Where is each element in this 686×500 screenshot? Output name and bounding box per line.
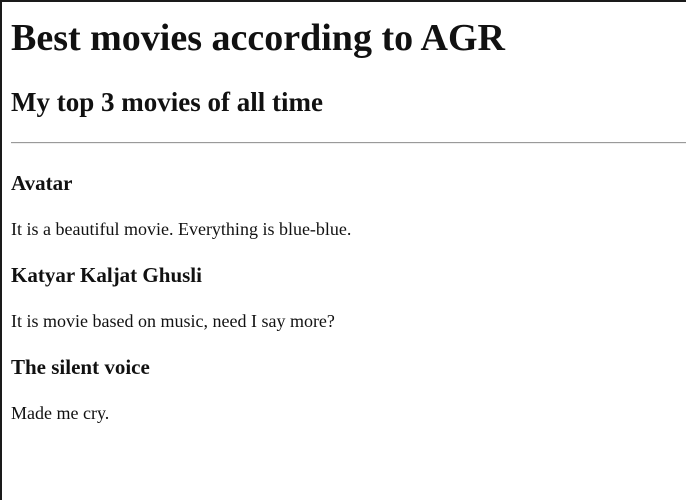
movie-title: Katyar Kaljat Ghusli <box>11 263 202 287</box>
movie-description: It is movie based on music, need I say m… <box>11 311 335 331</box>
movie-list: Avatar It is a beautiful movie. Everythi… <box>11 171 686 424</box>
movie-description: Made me cry. <box>11 403 110 423</box>
movie-item-katyar-kaljat-ghusli: Katyar Kaljat Ghusli It is movie based o… <box>11 263 686 332</box>
movie-item-avatar: Avatar It is a beautiful movie. Everythi… <box>11 171 686 240</box>
page-title: Best movies according to AGR <box>11 17 505 59</box>
page-subtitle: My top 3 movies of all time <box>11 87 323 117</box>
divider <box>11 142 686 144</box>
movie-item-the-silent-voice: The silent voice Made me cry. <box>11 355 686 424</box>
page-frame: Best movies according to AGR My top 3 mo… <box>0 0 686 500</box>
movie-description: It is a beautiful movie. Everything is b… <box>11 219 352 239</box>
movie-title: Avatar <box>11 171 73 195</box>
movie-title: The silent voice <box>11 355 150 379</box>
